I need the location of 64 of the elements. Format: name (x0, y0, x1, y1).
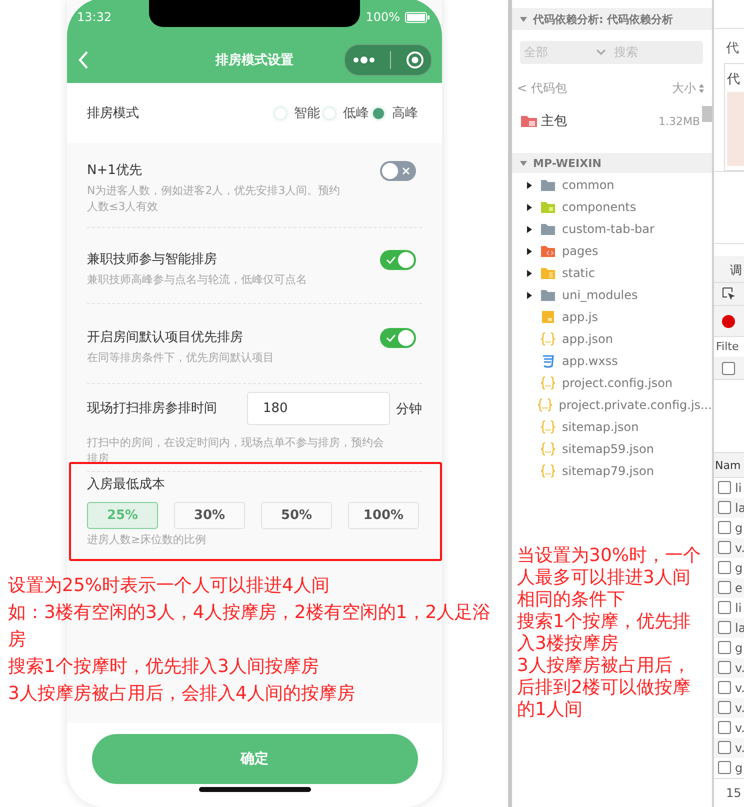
tree-item[interactable]: project.private.config.js... (512, 394, 712, 416)
tree-item[interactable]: project.config.json (512, 372, 712, 394)
annotation-text: 3人按摩房被占用后，会排入4人间的按摩房 (8, 682, 356, 706)
devtools-tab[interactable]: 调 (714, 256, 744, 284)
tree-item[interactable]: sitemap79.json (512, 460, 712, 482)
request-name[interactable]: li (735, 600, 742, 615)
page-title: 排房模式设置 (216, 52, 294, 68)
percent-option[interactable]: 100% (348, 502, 419, 529)
input-field[interactable]: 180 (247, 392, 390, 425)
radio-label: 高峰 (392, 105, 418, 122)
radio-label: 低峰 (343, 105, 369, 122)
tree-item[interactable]: sitemap59.json (512, 438, 712, 460)
annotation-text: 搜索1个按摩时，优先排入3人间按摩房 (8, 655, 320, 679)
battery-level: 100% (366, 10, 400, 24)
status-time: 13:32 (77, 10, 112, 24)
tree-item[interactable]: app.json (512, 328, 712, 350)
percent-option[interactable]: 30% (174, 502, 245, 529)
tree-item[interactable]: app.js (512, 306, 712, 328)
annotation-text: 搜索1个按摩，优先排入3楼按摩房 (517, 611, 692, 655)
tree-item[interactable]: app.wxss (512, 350, 712, 372)
setting-description: 兼职技师高峰参与点名与轮流，低峰仅可点名 (87, 272, 308, 288)
tree-item[interactable]: pages (512, 240, 712, 262)
annotation-text: 3人按摩房被占用后，后排到2楼可以做按摩的1人间 (517, 655, 692, 721)
panel-label: 代 (725, 40, 740, 57)
request-name[interactable]: li (735, 480, 742, 495)
setting-title: N+1优先 (87, 162, 142, 180)
column-header[interactable]: Nam (714, 453, 744, 478)
annotation-text: 如：3楼有空闲的3人，4人按摩房，2楼有空闲的1，2人足浴房 (8, 601, 492, 652)
tree-item[interactable]: components (512, 196, 712, 218)
package-size: 1.32MB (658, 114, 700, 128)
request-name[interactable]: g (735, 520, 743, 535)
request-name[interactable]: v. (735, 680, 744, 695)
radio-label: 智能 (294, 105, 320, 122)
setting-description: 在同等排房条件下，优先房间默认项目 (87, 350, 275, 366)
setting-title: 开启房间默认项目优先排房 (87, 329, 243, 347)
request-count: 15 (714, 778, 744, 807)
card-title: 代 (727, 72, 740, 87)
section-header: MP-WEIXIN (533, 156, 602, 170)
request-name[interactable]: g (735, 560, 743, 575)
annotation-text: 相同的条件下 (517, 589, 626, 611)
mode-label: 排房模式 (87, 105, 139, 122)
tree-item[interactable]: common (512, 174, 712, 196)
tree-item[interactable]: sitemap.json (512, 416, 712, 438)
mode-radio-option[interactable]: 高峰 (373, 104, 418, 122)
package-name[interactable]: 主包 (541, 112, 567, 130)
setting-title: 入房最低成本 (87, 476, 165, 494)
annotation-text: 设置为25%时表示一个人可以排进4人间 (8, 574, 330, 598)
setting-title: 现场打扫排房参排时间 (87, 400, 217, 418)
tree-item[interactable]: static (512, 262, 712, 284)
section-header: 代码依赖分析: 代码依赖分析 (533, 12, 674, 26)
request-name[interactable]: e (735, 580, 742, 595)
unit-label: 分钟 (396, 400, 422, 418)
mode-radio-option[interactable]: 低峰 (324, 104, 369, 122)
setting-description: N为进客人数，例如进客2人，优先安排3人间。预约人数≤3人有效 (87, 183, 342, 215)
setting-description: 进房人数≥床位数的比例 (87, 532, 208, 548)
setting-title: 兼职技师参与智能排房 (87, 251, 217, 269)
mode-radio-option[interactable]: 智能 (275, 104, 320, 122)
request-name[interactable]: g (735, 640, 743, 655)
percent-option[interactable]: 50% (261, 502, 332, 529)
tree-item[interactable]: uni_modules (512, 284, 712, 306)
tree-item[interactable]: custom-tab-bar (512, 218, 712, 240)
request-name[interactable]: g (735, 760, 743, 775)
request-name[interactable]: v. (735, 720, 744, 735)
annotation-text: 当设置为30%时，一个人最多可以排进3人间 (517, 545, 702, 589)
